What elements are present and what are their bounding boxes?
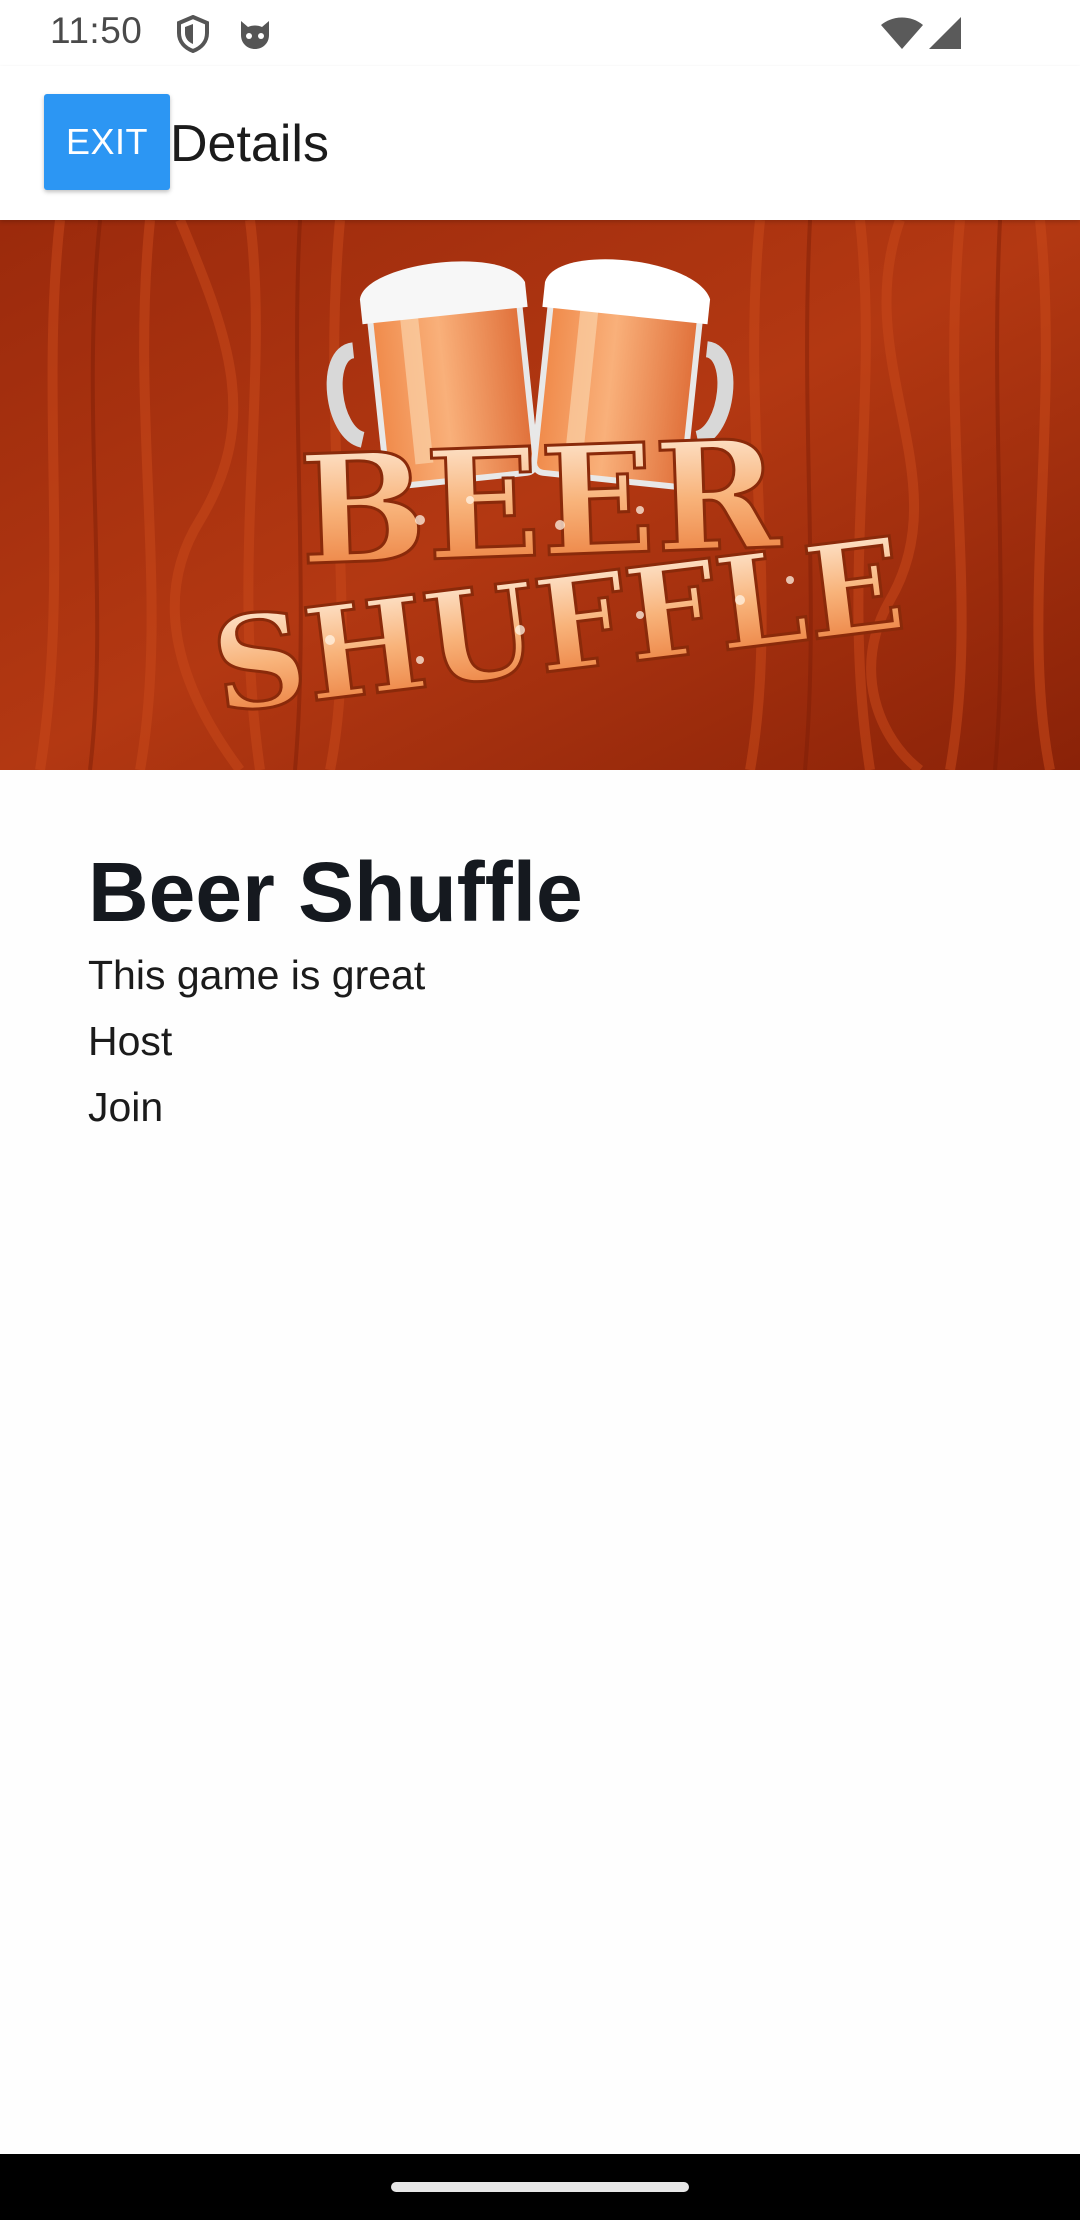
page-title: Details (170, 115, 329, 173)
status-bar: 11:50 (0, 0, 1080, 66)
app-bar: EXIT Details (0, 66, 1080, 220)
host-button[interactable]: Host (88, 1008, 988, 1074)
home-indicator[interactable] (391, 2182, 689, 2192)
game-banner-image: BEER SHUFFLE (0, 220, 1080, 770)
wifi-icon (881, 17, 923, 49)
beer-shuffle-logo: BEER SHUFFLE (0, 220, 1080, 770)
game-title: Beer Shuffle (88, 845, 583, 939)
status-time: 11:50 (50, 10, 143, 51)
game-details: Beer Shuffle This game is great Host Joi… (88, 842, 988, 1140)
shield-icon (177, 15, 209, 53)
navigation-bar (0, 2154, 1080, 2220)
exit-button[interactable]: EXIT (44, 94, 170, 190)
cat-icon (241, 21, 269, 49)
join-button[interactable]: Join (88, 1074, 988, 1140)
game-description: This game is great (88, 952, 426, 998)
signal-icon (929, 17, 961, 49)
